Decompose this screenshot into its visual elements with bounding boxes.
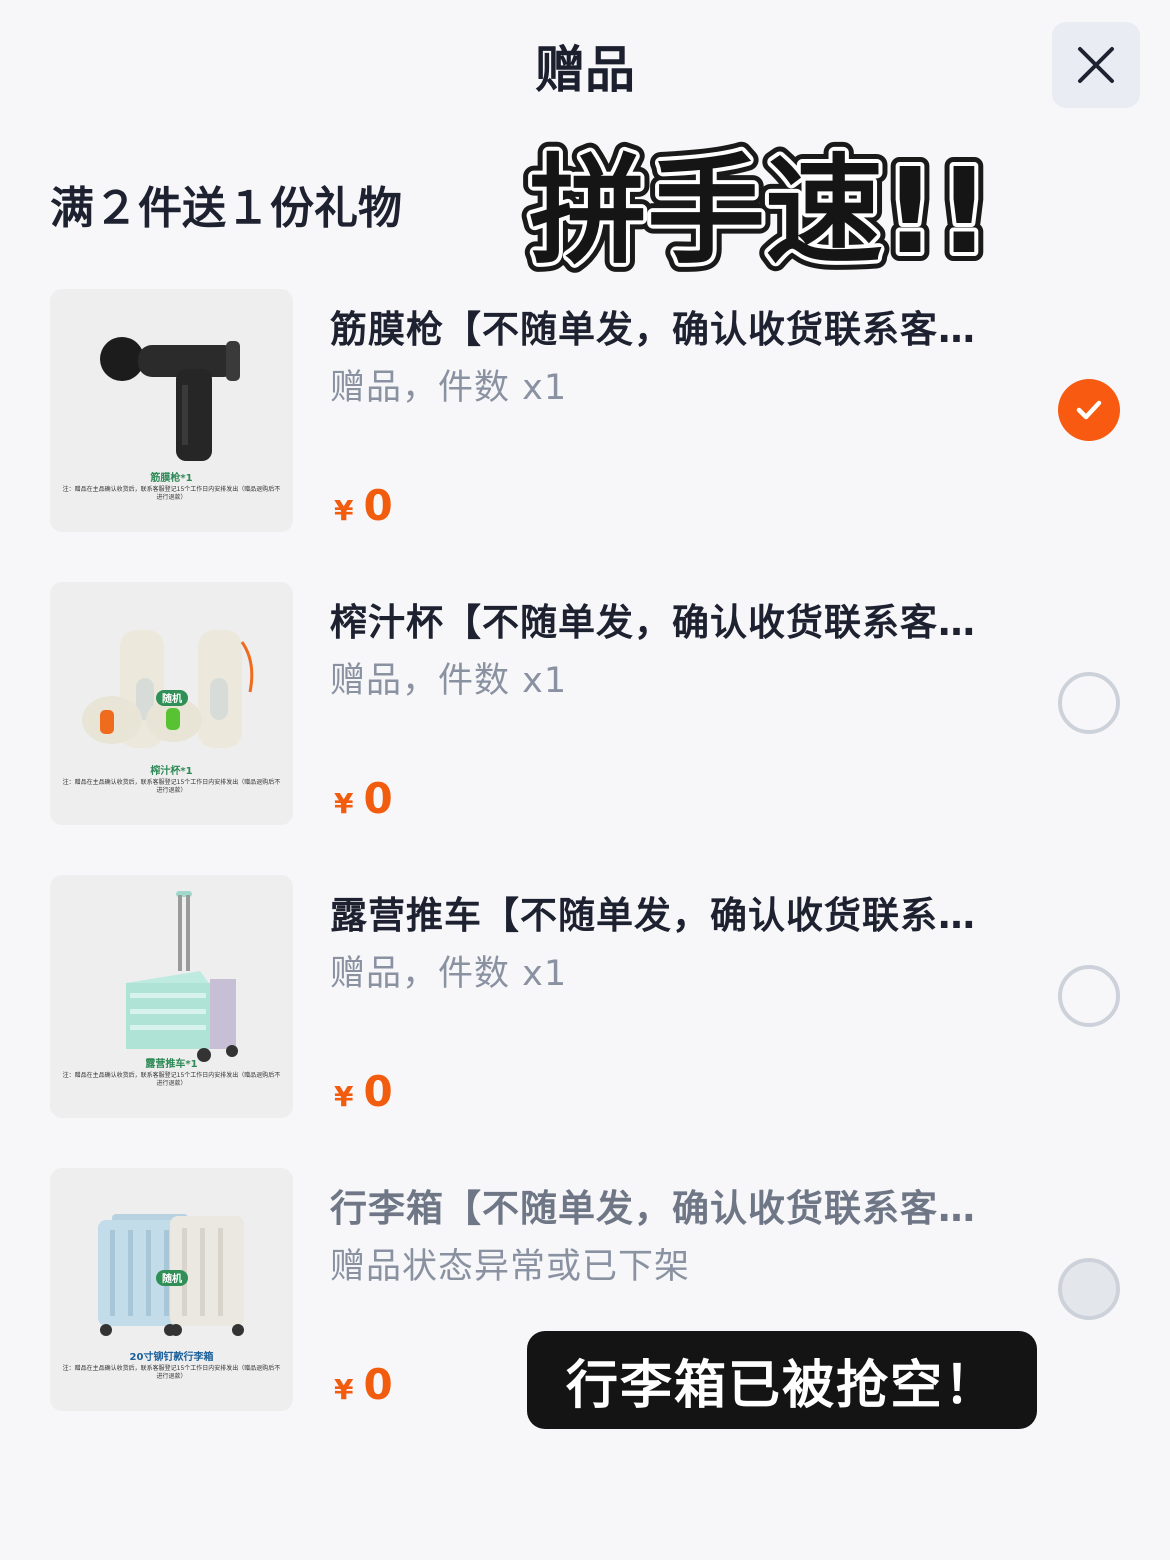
random-badge: 随机	[162, 692, 182, 705]
thumbnail-note: 注：赠品在主品确认收货后，联系客服登记15个工作日内安排发出（赠品退购后不进行退…	[62, 486, 281, 501]
gift-name: 筋膜枪【不随单发，确认收货联系客服登记】	[330, 308, 1002, 351]
currency-symbol: ¥	[334, 494, 354, 527]
price-amount: 0	[363, 481, 393, 530]
select-radio-checked[interactable]	[1058, 379, 1120, 441]
gift-item[interactable]: 露营推车*1 注：赠品在主品确认收货后，联系客服登记15个工作日内安排发出（赠品…	[0, 875, 1170, 1119]
product-thumbnail: 随机 20寸铆钉款行李箱 注：赠品在主品确认收货后，联系客服登记15个工作日内安…	[50, 1168, 293, 1411]
header-title: 赠品	[535, 41, 635, 99]
gift-status: 赠品状态异常或已下架	[330, 1247, 691, 1287]
gift-price: ¥0	[334, 481, 393, 530]
thumbnail-note: 注：赠品在主品确认收货后，联系客服登记15个工作日内安排发出（赠品退购后不进行退…	[62, 1365, 281, 1380]
promo-text: 满２件送１份礼物	[50, 183, 402, 234]
gift-meta: 赠品，件数 x1	[330, 661, 568, 701]
random-badge: 随机	[162, 1272, 182, 1285]
sticker-text: 拼手速!! 拼手速!! 拼手速!!	[520, 133, 1000, 289]
gift-price: ¥0	[334, 774, 393, 823]
gift-item[interactable]: 筋膜枪*1 注：赠品在主品确认收货后，联系客服登记15个工作日内安排发出（赠品退…	[0, 289, 1170, 533]
thumbnail-caption: 榨汁杯*1	[150, 766, 193, 777]
gift-meta: 赠品，件数 x1	[330, 954, 568, 994]
product-thumbnail: 随机 榨汁杯*1 注：赠品在主品确认收货后，联系客服登记15个工作日内安排发出（…	[50, 582, 293, 825]
select-radio[interactable]	[1058, 965, 1120, 1027]
price-amount: 0	[363, 1360, 393, 1409]
gift-price: ¥0	[334, 1067, 393, 1116]
thumbnail-note: 注：赠品在主品确认收货后，联系客服登记15个工作日内安排发出（赠品退购后不进行退…	[62, 779, 281, 794]
thumbnail-caption: 露营推车*1	[145, 1059, 198, 1070]
thumbnail-caption: 筋膜枪*1	[150, 473, 193, 484]
sold-out-toast: 行李箱已被抢空！	[527, 1331, 1037, 1429]
gift-item[interactable]: 随机 榨汁杯*1 注：赠品在主品确认收货后，联系客服登记15个工作日内安排发出（…	[0, 582, 1170, 826]
thumbnail-note: 注：赠品在主品确认收货后，联系客服登记15个工作日内安排发出（赠品退购后不进行退…	[62, 1072, 281, 1087]
close-icon	[1078, 47, 1114, 83]
gift-price: ¥0	[334, 1360, 393, 1409]
gift-name: 行李箱【不随单发，确认收货联系客服登记】	[330, 1187, 1002, 1230]
currency-symbol: ¥	[334, 787, 354, 820]
select-radio[interactable]	[1058, 672, 1120, 734]
gift-name: 露营推车【不随单发，确认收货联系客服登记】	[330, 894, 1002, 937]
select-radio-disabled	[1058, 1258, 1120, 1320]
gift-name: 榨汁杯【不随单发，确认收货联系客服登记】	[330, 601, 1002, 644]
thumbnail-caption: 20寸铆钉款行李箱	[129, 1352, 214, 1363]
price-amount: 0	[363, 774, 393, 823]
close-button[interactable]	[1052, 22, 1140, 108]
product-thumbnail: 露营推车*1 注：赠品在主品确认收货后，联系客服登记15个工作日内安排发出（赠品…	[50, 875, 293, 1118]
svg-text:拼手速!!: 拼手速!!	[529, 142, 991, 280]
gift-meta: 赠品，件数 x1	[330, 368, 568, 408]
product-thumbnail: 筋膜枪*1 注：赠品在主品确认收货后，联系客服登记15个工作日内安排发出（赠品退…	[50, 289, 293, 532]
currency-symbol: ¥	[334, 1080, 354, 1113]
currency-symbol: ¥	[334, 1373, 354, 1406]
price-amount: 0	[363, 1067, 393, 1116]
checkmark-icon	[1076, 400, 1102, 420]
